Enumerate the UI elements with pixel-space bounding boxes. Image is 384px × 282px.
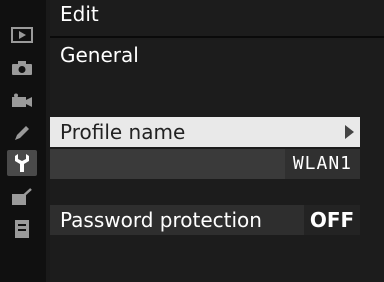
menu-tab-sidebar xyxy=(0,0,46,282)
profile-name-value-row: WLAN1 xyxy=(50,149,360,179)
wrench-icon[interactable] xyxy=(7,150,37,176)
chevron-right-icon xyxy=(345,125,354,139)
password-protection-label: Password protection xyxy=(60,208,262,232)
my-menu-icon[interactable] xyxy=(7,216,37,242)
camera-menu-screen: Edit General Profile name WLAN1 Password… xyxy=(0,0,384,282)
camera-icon[interactable] xyxy=(7,55,37,81)
password-protection-row[interactable]: Password protection OFF xyxy=(50,205,360,235)
movie-icon[interactable] xyxy=(7,88,37,114)
profile-name-label: Profile name xyxy=(60,120,186,144)
password-protection-value: OFF xyxy=(304,205,360,235)
profile-name-value: WLAN1 xyxy=(284,149,360,179)
section-title: General xyxy=(60,43,139,67)
pencil-icon[interactable] xyxy=(7,120,37,146)
page-title: Edit xyxy=(60,2,99,26)
profile-name-row[interactable]: Profile name xyxy=(50,117,360,147)
header-divider xyxy=(50,36,384,38)
retouch-icon[interactable] xyxy=(7,184,37,210)
playback-icon[interactable] xyxy=(7,22,37,48)
menu-panel: Edit General Profile name WLAN1 Password… xyxy=(50,0,384,282)
